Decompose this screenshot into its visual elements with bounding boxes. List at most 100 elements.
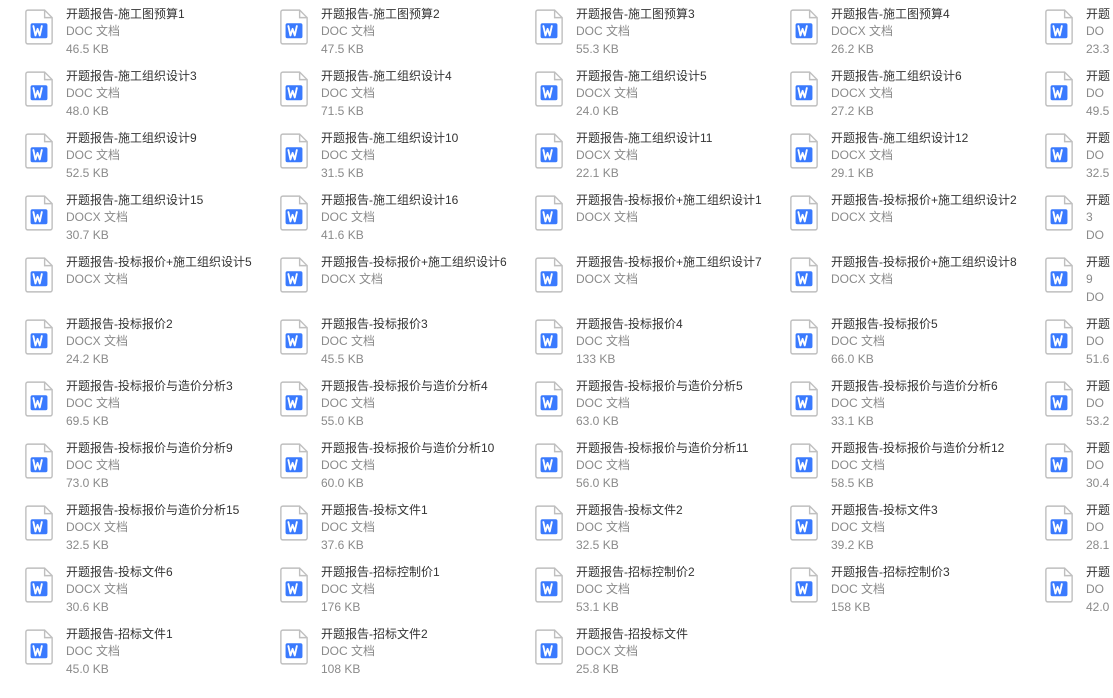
- file-item[interactable]: 开题报告-投标文件1DOC 文档37.6 KB: [275, 500, 530, 562]
- file-size: 53.1 KB: [576, 599, 779, 616]
- file-item[interactable]: 开题3DO: [1040, 190, 1113, 252]
- file-name: 开题: [1086, 502, 1113, 519]
- file-item[interactable]: 开题报告-施工组织设计10DOC 文档31.5 KB: [275, 128, 530, 190]
- file-type: DOC 文档: [321, 333, 524, 350]
- file-name: 开题报告-施工组织设计9: [66, 130, 269, 147]
- file-item[interactable]: 开题报告-投标报价与造价分析12DOC 文档58.5 KB: [785, 438, 1040, 500]
- file-name: 开题报告-投标报价与造价分析10: [321, 440, 524, 457]
- file-item[interactable]: 开题报告-施工组织设计16DOC 文档41.6 KB: [275, 190, 530, 252]
- file-type: DOCX 文档: [831, 209, 1034, 226]
- file-size: 55.3 KB: [576, 41, 779, 58]
- file-size: 158 KB: [831, 599, 1034, 616]
- file-item[interactable]: 开题报告-投标报价+施工组织设计5DOCX 文档: [20, 252, 275, 314]
- file-item[interactable]: 开题报告-施工图预算3DOC 文档55.3 KB: [530, 4, 785, 66]
- file-item[interactable]: 开题报告-招投标文件DOCX 文档25.8 KB: [530, 624, 785, 686]
- file-item[interactable]: 开题报告-投标报价与造价分析6DOC 文档33.1 KB: [785, 376, 1040, 438]
- file-item[interactable]: 开题报告-施工组织设计4DOC 文档71.5 KB: [275, 66, 530, 128]
- file-size: 39.2 KB: [831, 537, 1034, 554]
- file-item[interactable]: 开题DO30.4: [1040, 438, 1113, 500]
- file-item[interactable]: 开题报告-施工组织设计9DOC 文档52.5 KB: [20, 128, 275, 190]
- file-item[interactable]: 开题报告-施工组织设计6DOCX 文档27.2 KB: [785, 66, 1040, 128]
- file-type: DOCX 文档: [66, 333, 269, 350]
- file-size: 58.5 KB: [831, 475, 1034, 492]
- file-item[interactable]: 开题报告-施工图预算2DOC 文档47.5 KB: [275, 4, 530, 66]
- word-doc-icon: [1040, 316, 1078, 356]
- file-type: DO: [1086, 147, 1113, 164]
- file-item[interactable]: 开题报告-投标报价2DOCX 文档24.2 KB: [20, 314, 275, 376]
- file-item[interactable]: 开题报告-投标报价与造价分析10DOC 文档60.0 KB: [275, 438, 530, 500]
- file-item[interactable]: 开题9DO: [1040, 252, 1113, 314]
- file-item[interactable]: 开题报告-投标报价+施工组织设计6DOCX 文档: [275, 252, 530, 314]
- file-item[interactable]: 开题DO49.5: [1040, 66, 1113, 128]
- word-doc-icon: [530, 130, 568, 170]
- file-item[interactable]: 开题DO51.6: [1040, 314, 1113, 376]
- file-name: 开题报告-施工组织设计5: [576, 68, 779, 85]
- file-type: DOC 文档: [66, 85, 269, 102]
- file-item[interactable]: 开题报告-投标报价+施工组织设计2DOCX 文档: [785, 190, 1040, 252]
- file-meta: 开题报告-施工图预算4DOCX 文档26.2 KB: [823, 6, 1040, 58]
- file-item[interactable]: 开题报告-施工组织设计12DOCX 文档29.1 KB: [785, 128, 1040, 190]
- file-item[interactable]: 开题报告-投标报价与造价分析3DOC 文档69.5 KB: [20, 376, 275, 438]
- file-name: 开题报告-投标文件1: [321, 502, 524, 519]
- file-item[interactable]: 开题报告-投标报价与造价分析5DOC 文档63.0 KB: [530, 376, 785, 438]
- file-item[interactable]: 开题DO23.3: [1040, 4, 1113, 66]
- file-size: 48.0 KB: [66, 103, 269, 120]
- word-doc-icon: [275, 502, 313, 542]
- file-size: 51.6: [1086, 351, 1113, 368]
- file-item[interactable]: 开题报告-施工图预算1DOC 文档46.5 KB: [20, 4, 275, 66]
- file-item[interactable]: 开题报告-施工图预算4DOCX 文档26.2 KB: [785, 4, 1040, 66]
- file-meta: 开题报告-投标报价+施工组织设计8DOCX 文档: [823, 254, 1040, 289]
- file-item[interactable]: 开题报告-投标报价与造价分析9DOC 文档73.0 KB: [20, 438, 275, 500]
- file-meta: 开题DO53.2: [1078, 378, 1113, 430]
- word-doc-icon: [1040, 502, 1078, 542]
- file-item[interactable]: 开题报告-施工组织设计15DOCX 文档30.7 KB: [20, 190, 275, 252]
- word-doc-icon: [785, 6, 823, 46]
- file-item[interactable]: 开题报告-招标控制价2DOC 文档53.1 KB: [530, 562, 785, 624]
- file-type: DOC 文档: [831, 581, 1034, 598]
- file-size: 31.5 KB: [321, 165, 524, 182]
- file-meta: 开题报告-施工组织设计10DOC 文档31.5 KB: [313, 130, 530, 182]
- file-type: DOC 文档: [321, 209, 524, 226]
- file-item[interactable]: 开题报告-施工组织设计11DOCX 文档22.1 KB: [530, 128, 785, 190]
- word-doc-icon: [785, 68, 823, 108]
- file-size: 24.0 KB: [576, 103, 779, 120]
- file-type: DOC 文档: [576, 395, 779, 412]
- file-item[interactable]: 开题报告-投标报价与造价分析15DOCX 文档32.5 KB: [20, 500, 275, 562]
- file-meta: 开题报告-施工组织设计4DOC 文档71.5 KB: [313, 68, 530, 120]
- file-size: 63.0 KB: [576, 413, 779, 430]
- file-item[interactable]: 开题DO28.1: [1040, 500, 1113, 562]
- file-item[interactable]: 开题报告-施工组织设计3DOC 文档48.0 KB: [20, 66, 275, 128]
- file-item[interactable]: 开题报告-投标文件3DOC 文档39.2 KB: [785, 500, 1040, 562]
- word-doc-icon: [785, 254, 823, 294]
- file-item[interactable]: 开题报告-投标报价与造价分析11DOC 文档56.0 KB: [530, 438, 785, 500]
- word-doc-icon: [275, 316, 313, 356]
- file-item[interactable]: 开题报告-投标报价+施工组织设计1DOCX 文档: [530, 190, 785, 252]
- word-doc-icon: [275, 564, 313, 604]
- file-item[interactable]: 开题报告-投标报价+施工组织设计7DOCX 文档: [530, 252, 785, 314]
- file-meta: 开题DO42.0: [1078, 564, 1113, 616]
- file-item[interactable]: 开题报告-投标报价3DOC 文档45.5 KB: [275, 314, 530, 376]
- file-size: 176 KB: [321, 599, 524, 616]
- file-item[interactable]: 开题DO32.5: [1040, 128, 1113, 190]
- file-type: DOC 文档: [66, 147, 269, 164]
- file-item[interactable]: 开题报告-投标报价5DOC 文档66.0 KB: [785, 314, 1040, 376]
- word-doc-icon: [785, 440, 823, 480]
- file-name: 开题: [1086, 564, 1113, 581]
- file-item[interactable]: 开题报告-投标报价+施工组织设计8DOCX 文档: [785, 252, 1040, 314]
- file-size: 53.2: [1086, 413, 1113, 430]
- file-name: 开题报告-投标报价与造价分析4: [321, 378, 524, 395]
- file-name: 开题报告-投标报价与造价分析3: [66, 378, 269, 395]
- file-item[interactable]: 开题DO42.0: [1040, 562, 1113, 624]
- file-item[interactable]: 开题报告-投标文件2DOC 文档32.5 KB: [530, 500, 785, 562]
- file-item[interactable]: 开题DO53.2: [1040, 376, 1113, 438]
- word-doc-icon: [530, 254, 568, 294]
- file-item[interactable]: 开题报告-投标文件6DOCX 文档30.6 KB: [20, 562, 275, 624]
- file-item[interactable]: 开题报告-投标报价4DOC 文档133 KB: [530, 314, 785, 376]
- file-item[interactable]: 开题报告-投标报价与造价分析4DOC 文档55.0 KB: [275, 376, 530, 438]
- file-item[interactable]: 开题报告-招标控制价3DOC 文档158 KB: [785, 562, 1040, 624]
- file-item[interactable]: 开题报告-招标控制价1DOC 文档176 KB: [275, 562, 530, 624]
- file-item[interactable]: 开题报告-招标文件1DOC 文档45.0 KB: [20, 624, 275, 686]
- file-meta: 开题报告-投标报价3DOC 文档45.5 KB: [313, 316, 530, 368]
- file-item[interactable]: 开题报告-招标文件2DOC 文档108 KB: [275, 624, 530, 686]
- file-item[interactable]: 开题报告-施工组织设计5DOCX 文档24.0 KB: [530, 66, 785, 128]
